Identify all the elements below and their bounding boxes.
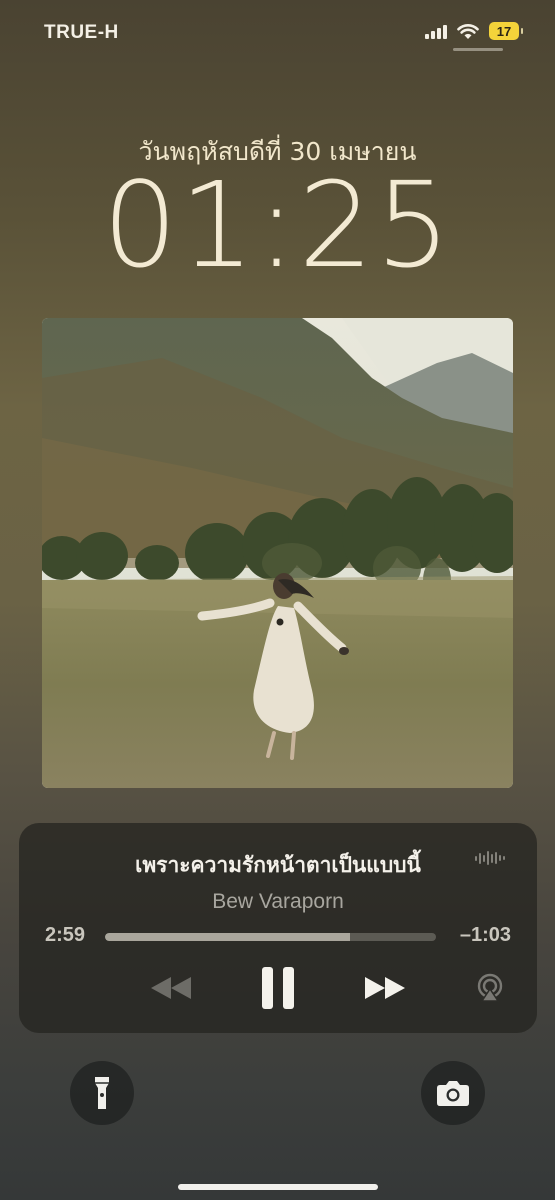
playback-scrubber[interactable] (105, 933, 436, 941)
signal-bars-icon (425, 23, 447, 39)
battery-level: 17 (496, 23, 512, 39)
fast-forward-icon (365, 977, 405, 999)
home-indicator[interactable] (178, 1184, 378, 1190)
flashlight-icon (95, 1077, 109, 1109)
album-artwork-image (42, 318, 513, 788)
flashlight-button[interactable] (70, 1061, 134, 1125)
song-title[interactable]: เพราะความรักหน้าตาเป็นแบบนี้ (19, 849, 537, 882)
status-icons: 17 (425, 22, 523, 40)
status-bar: TRUE-H 17 (0, 0, 555, 64)
airplay-icon (477, 973, 503, 1002)
remaining-time: –1:03 (459, 924, 511, 946)
carrier-name: TRUE-H (44, 22, 119, 43)
wifi-icon (457, 23, 479, 39)
album-artwork[interactable] (42, 318, 513, 788)
elapsed-time: 2:59 (45, 924, 86, 946)
lock-screen-clock: 01:25 (102, 156, 453, 294)
playback-progress-fill (105, 933, 350, 941)
pause-icon (262, 967, 294, 1009)
rewind-button[interactable] (141, 963, 201, 1013)
now-playing-widget[interactable]: เพราะความรักหน้าตาเป็นแบบนี้ Bew Varapor… (19, 823, 537, 1033)
battery-icon: 17 (489, 22, 523, 40)
pause-button[interactable] (248, 963, 308, 1013)
rewind-icon (151, 977, 191, 999)
camera-icon (437, 1081, 469, 1106)
camera-button[interactable] (421, 1061, 485, 1125)
fast-forward-button[interactable] (355, 963, 415, 1013)
airplay-button[interactable] (465, 963, 515, 1013)
waveform-icon[interactable] (475, 850, 505, 866)
artist-name: Bew Varaporn (212, 890, 344, 913)
control-center-grabber[interactable] (453, 48, 503, 51)
